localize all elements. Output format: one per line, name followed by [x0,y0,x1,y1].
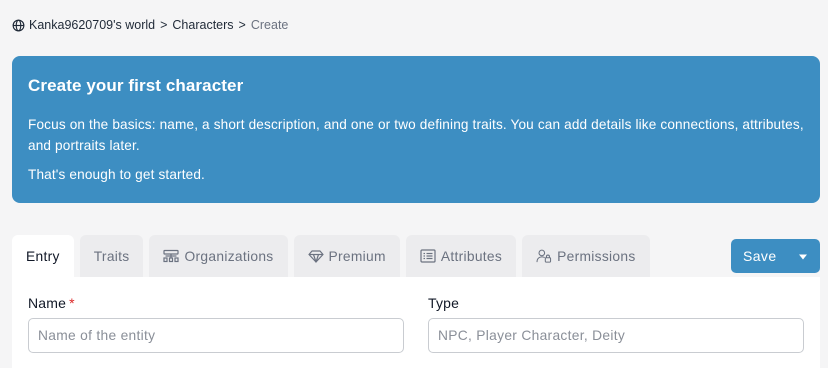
user-lock-icon [536,249,552,263]
callout-footer: That's enough to get started. [28,167,205,182]
name-label: Name * [28,295,404,313]
name-input[interactable] [28,318,404,353]
tab-label: Permissions [557,248,636,264]
name-label-text: Name [28,295,67,311]
breadcrumb-current: Create [250,18,289,32]
onboarding-callout: Create your first character Focus on the… [12,56,820,203]
tab-label: Entry [26,248,60,264]
caret-down-icon [798,247,808,265]
tab-permissions[interactable]: Permissions [522,235,650,277]
name-field-group: Name * [28,295,404,353]
entry-form-panel: Name* Type [12,277,820,368]
callout-title: Create your first character [28,76,244,95]
gem-icon [307,249,324,263]
tab-organizations[interactable]: Organizations [149,235,288,277]
save-button[interactable]: Save [731,239,786,273]
tab-attributes[interactable]: Attributes [405,235,517,277]
type-field-group: Type [428,295,804,353]
tab-label: Traits [93,248,130,264]
type-input[interactable] [428,318,804,353]
organizations-icon [163,249,180,263]
tab-premium[interactable]: Premium [293,235,400,277]
tab-traits[interactable]: Traits [79,235,144,277]
tab-label: Organizations [184,248,274,264]
tab-entry[interactable]: Entry [12,235,74,277]
required-indicator: * [69,295,75,311]
save-button-group: Save [731,239,820,273]
save-options-toggle[interactable] [786,239,820,273]
breadcrumb-world-link[interactable]: Kanka9620709's world [29,18,155,32]
type-label: Type [428,295,460,311]
entity-tabs: Entry Traits Organizations Premium Attri… [12,235,650,277]
tab-label: Attributes [440,248,503,264]
breadcrumb-separator: > [160,18,168,32]
globe-icon [12,19,25,32]
list-icon [420,249,436,263]
breadcrumb-separator: > [238,18,246,32]
callout-body: Focus on the basics: name, a short descr… [28,117,804,153]
breadcrumb: Kanka9620709's world > Characters > Crea… [12,16,288,34]
breadcrumb-characters-link[interactable]: Characters [172,18,233,32]
tab-label: Premium [328,248,386,264]
